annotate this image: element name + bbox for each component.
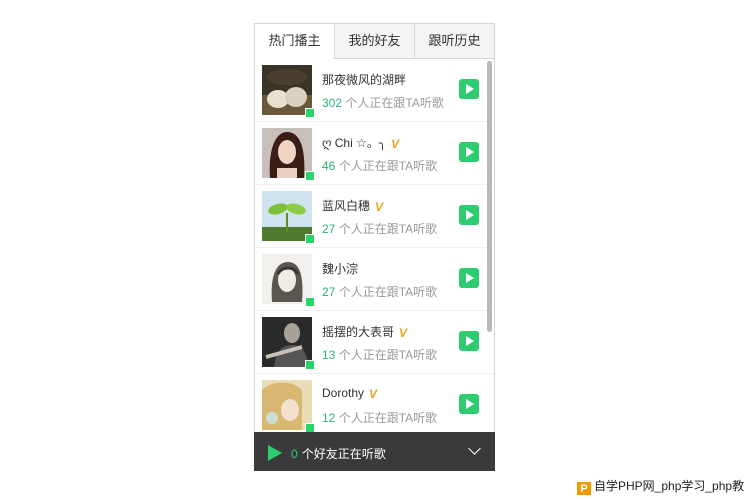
vip-badge-icon: V [391, 137, 400, 151]
vip-badge-icon: V [375, 200, 384, 214]
play-button[interactable] [459, 142, 479, 162]
chevron-down-icon[interactable] [468, 442, 481, 455]
listener-count: 27 个人正在跟TA听歌 [322, 285, 438, 299]
list-item[interactable]: 魏小淙 27 个人正在跟TA听歌 [255, 248, 494, 311]
broadcaster-list: 那夜微风的湖畔 302 个人正在跟TA听歌 ღ Chi ☆。╮ V 46 个人正在… [255, 59, 494, 432]
listener-count: 27 个人正在跟TA听歌 [322, 222, 438, 236]
list-item[interactable]: Dorothy V 12 个人正在跟TA听歌 [255, 374, 494, 432]
play-button[interactable] [459, 205, 479, 225]
list-item[interactable]: ღ Chi ☆。╮ V 46 个人正在跟TA听歌 [255, 122, 494, 185]
play-button[interactable] [459, 268, 479, 288]
broadcaster-name[interactable]: 那夜微风的湖畔 [322, 71, 406, 88]
watermark-logo-icon: P [577, 482, 591, 495]
friends-listening-text: 0 个好友正在听歌 [291, 447, 386, 461]
broadcaster-name[interactable]: Dorothy V [322, 386, 377, 401]
listener-count: 302 个人正在跟TA听歌 [322, 96, 444, 110]
play-button[interactable] [459, 331, 479, 351]
watermark: P 自学PHP网_php学习_php教 [577, 477, 747, 495]
broadcaster-name[interactable]: 魏小淙 [322, 260, 358, 277]
list-item[interactable]: 摇摆的大表哥 V 13 个人正在跟TA听歌 [255, 311, 494, 374]
play-button[interactable] [459, 79, 479, 99]
listener-count: 46 个人正在跟TA听歌 [322, 159, 438, 173]
scrollbar[interactable] [487, 61, 492, 332]
broadcaster-name[interactable]: 蓝风白穗 V [322, 197, 383, 214]
vip-badge-icon: V [369, 387, 378, 401]
online-indicator [305, 297, 315, 307]
tab-my-friends[interactable]: 我的好友 [334, 24, 414, 58]
vip-badge-icon: V [399, 326, 408, 340]
tab-hot-broadcasters[interactable]: 热门播主 [255, 24, 334, 59]
list-item[interactable]: 那夜微风的湖畔 302 个人正在跟TA听歌 [255, 59, 494, 122]
online-indicator [305, 423, 315, 432]
online-indicator [305, 171, 315, 181]
play-icon [268, 445, 282, 461]
broadcaster-name[interactable]: 摇摆的大表哥 V [322, 323, 407, 340]
listener-count: 12 个人正在跟TA听歌 [322, 411, 438, 425]
online-indicator [305, 360, 315, 370]
friends-listening-bar[interactable]: 0 个好友正在听歌 [254, 432, 495, 471]
tab-bar: 热门播主 我的好友 跟听历史 [255, 24, 494, 59]
online-indicator [305, 234, 315, 244]
listener-count: 13 个人正在跟TA听歌 [322, 348, 438, 362]
broadcaster-name[interactable]: ღ Chi ☆。╮ V [322, 134, 399, 151]
online-indicator [305, 108, 315, 118]
broadcaster-panel: 热门播主 我的好友 跟听历史 那夜微风的湖畔 302 个人正在跟TA听歌 ღ C… [254, 23, 495, 471]
tab-listen-history[interactable]: 跟听历史 [414, 24, 494, 58]
list-item[interactable]: 蓝风白穗 V 27 个人正在跟TA听歌 [255, 185, 494, 248]
play-button[interactable] [459, 394, 479, 414]
